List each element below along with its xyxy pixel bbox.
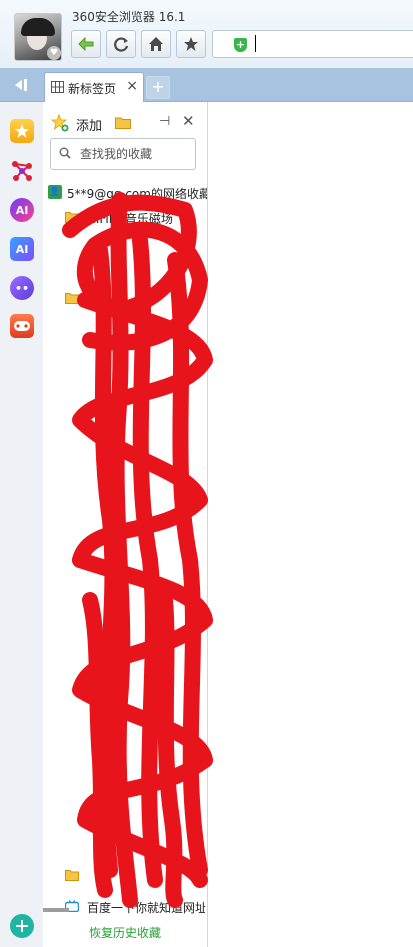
favorite-button[interactable] xyxy=(176,30,206,58)
tab-label: 新标签页 xyxy=(68,82,117,96)
user-avatar[interactable]: ♥ xyxy=(14,13,62,61)
pin-icon[interactable]: ⊣ xyxy=(159,114,170,129)
favorite-item[interactable] xyxy=(65,290,205,308)
search-icon xyxy=(59,147,71,159)
text-caret xyxy=(255,35,256,52)
refresh-button[interactable] xyxy=(106,30,136,58)
game-controller-icon[interactable] xyxy=(10,314,34,338)
plus-circle-icon[interactable] xyxy=(10,914,34,938)
account-label: 5**9@qq.com的网络收藏 xyxy=(67,187,207,201)
favorites-star-icon[interactable] xyxy=(10,119,34,143)
account-favorites-row[interactable]: 👤 5**9@qq.com的网络收藏 xyxy=(47,184,207,202)
add-favorite-star-icon[interactable] xyxy=(51,114,69,132)
home-icon xyxy=(149,37,163,51)
security-shield-icon: + xyxy=(234,38,247,52)
new-tab-button[interactable]: + xyxy=(146,76,170,99)
new-folder-icon[interactable] xyxy=(115,116,131,129)
tab-bar: 新标签页 × + xyxy=(0,68,413,102)
favorites-search[interactable] xyxy=(50,138,196,170)
home-button[interactable] xyxy=(141,30,171,58)
favorite-item[interactable]: HiFiNi 音乐磁场 xyxy=(65,209,205,227)
sidebar-toggle-button[interactable] xyxy=(0,68,40,101)
folder-icon xyxy=(65,212,79,223)
favorite-item-label: 百度一下你就知道网址导航通关 xyxy=(87,901,205,915)
favorite-item-label: HiFiNi 音乐磁场 xyxy=(87,212,173,226)
collapse-left-icon xyxy=(15,78,27,91)
tab-close-icon[interactable]: × xyxy=(126,78,138,94)
restore-history-link[interactable]: 恢复历史收藏 xyxy=(89,924,161,941)
folder-icon xyxy=(65,293,79,304)
address-bar[interactable]: + xyxy=(212,30,413,58)
folder-icon xyxy=(65,870,79,881)
refresh-icon xyxy=(114,37,129,52)
favorites-header: 添加 ⊣ ✕ xyxy=(43,102,207,138)
favorites-panel: 添加 ⊣ ✕ 👤 5**9@qq.com的网络收藏 HiFiNi 音乐磁场 百度… xyxy=(43,102,208,947)
chat-bot-icon[interactable]: •• xyxy=(10,276,34,300)
search-input[interactable] xyxy=(78,144,192,164)
app-title: 360安全浏览器 16.1 xyxy=(72,10,186,24)
grid-icon xyxy=(51,81,64,93)
favorite-item[interactable] xyxy=(65,867,205,885)
horizontal-scrollbar[interactable] xyxy=(43,908,69,912)
ai-circle-icon[interactable]: AI xyxy=(10,198,34,222)
close-panel-icon[interactable]: ✕ xyxy=(182,112,195,130)
account-user-icon: 👤 xyxy=(48,185,62,199)
tab-new-tab[interactable]: 新标签页 × xyxy=(44,72,144,102)
avatar-hair xyxy=(21,18,55,36)
title-bar: ♥ 360安全浏览器 16.1 + xyxy=(0,0,413,68)
back-arrow-icon xyxy=(78,37,94,51)
favorite-item[interactable]: 百度一下你就知道网址导航通关 xyxy=(65,898,205,916)
avatar-badge-icon: ♥ xyxy=(47,46,61,60)
ai-square-icon[interactable]: AI xyxy=(10,237,34,261)
page-content xyxy=(208,102,413,947)
back-button[interactable] xyxy=(71,30,101,58)
star-icon xyxy=(184,37,198,51)
side-toolbar: AI AI •• xyxy=(0,102,44,947)
network-graph-icon[interactable] xyxy=(10,159,34,183)
add-favorite-label[interactable]: 添加 xyxy=(76,115,102,134)
